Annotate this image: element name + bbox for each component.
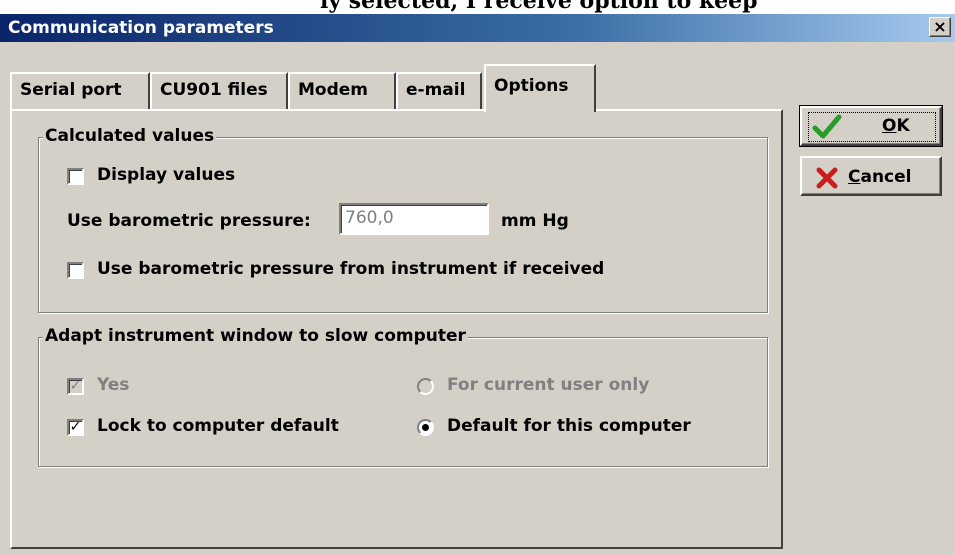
cancel-button[interactable]: Cancel — [800, 156, 942, 196]
tab-email[interactable]: e-mail — [396, 72, 482, 110]
background-document-strip: ly selected, I receive option to keep — [0, 0, 955, 14]
title-bar: Communication parameters × — [0, 14, 955, 42]
display-values-label[interactable]: Display values — [97, 165, 235, 185]
focus-rectangle — [808, 112, 936, 142]
tab-label: Serial port — [20, 80, 122, 100]
radio-selected-dot — [422, 424, 429, 431]
options-tab-panel: Calculated values Display values Use bar… — [10, 109, 783, 549]
lock-default-label[interactable]: Lock to computer default — [97, 416, 339, 436]
barometric-pressure-input[interactable]: 760,0 — [339, 203, 489, 235]
communication-parameters-dialog: Communication parameters × Serial port C… — [0, 14, 955, 555]
tab-label: Options — [494, 76, 569, 96]
adapt-instrument-window-group: Adapt instrument window to slow computer… — [38, 326, 768, 467]
check-icon: ✓ — [69, 419, 82, 435]
this-computer-label[interactable]: Default for this computer — [447, 416, 691, 436]
tab-options[interactable]: Options — [484, 64, 596, 112]
barometric-pressure-label: Use barometric pressure: — [67, 211, 311, 231]
background-caption: ly selected, I receive option to keep — [320, 0, 758, 14]
tab-serial-port[interactable]: Serial port — [10, 72, 150, 110]
tab-label: Modem — [298, 80, 369, 100]
yes-checkbox[interactable]: ✓ — [67, 378, 84, 395]
calculated-values-group: Calculated values Display values Use bar… — [38, 126, 768, 313]
instrument-pressure-checkbox[interactable] — [67, 262, 84, 279]
this-computer-radio[interactable] — [417, 419, 434, 436]
current-user-radio[interactable] — [417, 378, 434, 395]
ok-button[interactable]: OK — [799, 105, 943, 147]
group-title: Adapt instrument window to slow computer — [43, 326, 468, 346]
tab-label: e-mail — [406, 80, 466, 100]
group-title: Calculated values — [43, 126, 217, 146]
ok-label: OK — [882, 116, 910, 136]
tab-label: CU901 files — [160, 80, 268, 100]
barometric-pressure-value: 760,0 — [345, 208, 394, 228]
close-icon: × — [933, 17, 947, 36]
current-user-label: For current user only — [447, 375, 650, 395]
window-title: Communication parameters — [8, 18, 274, 38]
yes-label: Yes — [97, 375, 130, 395]
close-button[interactable]: × — [929, 17, 951, 37]
pressure-unit-label: mm Hg — [501, 211, 569, 231]
display-values-checkbox[interactable] — [67, 168, 84, 185]
lock-default-checkbox[interactable]: ✓ — [67, 419, 84, 436]
red-x-icon — [816, 167, 838, 189]
tab-modem[interactable]: Modem — [288, 72, 396, 110]
tab-cu901-files[interactable]: CU901 files — [150, 72, 288, 110]
check-icon: ✓ — [69, 378, 82, 394]
cancel-label: Cancel — [848, 167, 912, 187]
instrument-pressure-label[interactable]: Use barometric pressure from instrument … — [97, 259, 604, 279]
